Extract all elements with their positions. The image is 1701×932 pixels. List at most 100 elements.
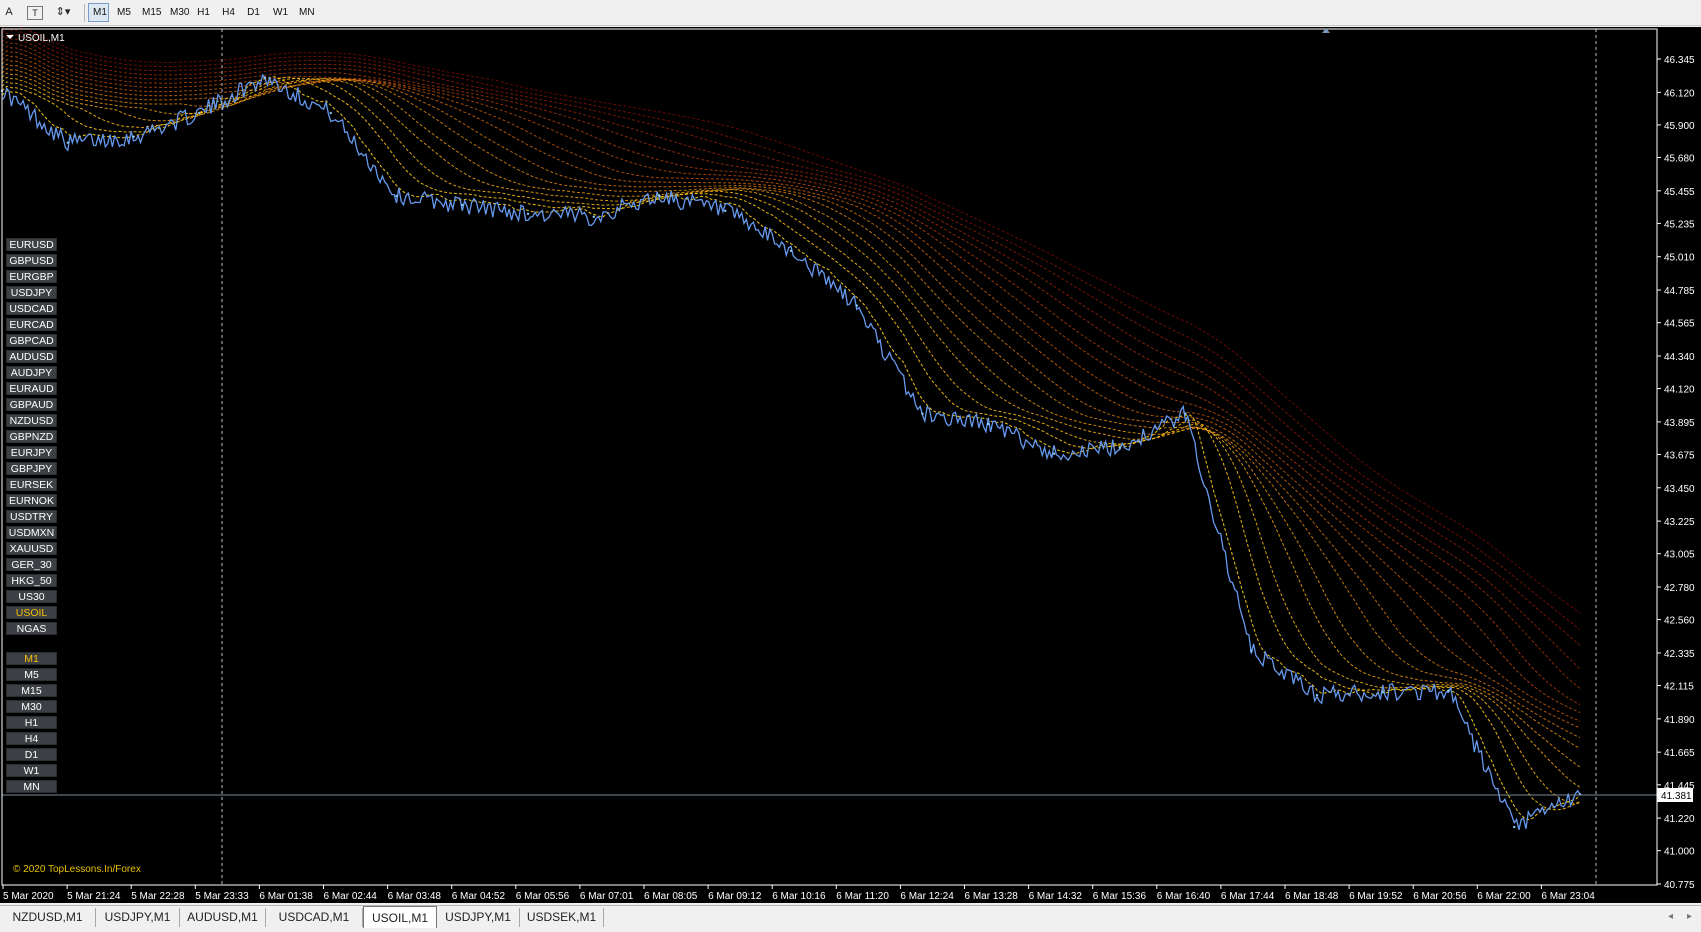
toolbar-timeframe-d1[interactable]: D1: [243, 3, 264, 22]
y-tick-label: 41.890: [1664, 715, 1695, 726]
timeframe-button-m30[interactable]: M30: [6, 700, 57, 713]
symbol-button-gbpcad[interactable]: GBPCAD: [6, 334, 57, 347]
timeframe-button-d1[interactable]: D1: [6, 748, 57, 761]
price-point: [592, 215, 595, 218]
timeframe-button-m15[interactable]: M15: [6, 684, 57, 697]
x-tick-label: 6 Mar 09:12: [708, 891, 762, 902]
symbol-button-eurnok[interactable]: EURNOK: [6, 494, 57, 507]
y-tick-label: 43.895: [1664, 418, 1695, 429]
chart-tab[interactable]: USDSEK,M1: [520, 908, 604, 927]
ribbon-line: [1, 76, 1581, 788]
symbol-button-us30[interactable]: US30: [6, 590, 57, 603]
y-tick-label: 45.010: [1664, 253, 1695, 264]
symbol-button-nzdusd[interactable]: NZDUSD: [6, 414, 57, 427]
toolbar-timeframe-mn[interactable]: MN: [295, 3, 317, 22]
x-tick-label: 6 Mar 20:56: [1413, 891, 1467, 902]
timeframe-button-m1[interactable]: M1: [6, 652, 57, 665]
scroll-left-icon[interactable]: ◂: [1668, 911, 1673, 922]
price-axis: 46.345 46.120 45.900 45.680 45.455 45.235 45.0…: [1657, 55, 1695, 891]
chart-tab[interactable]: AUDUSD,M1: [180, 908, 266, 927]
x-tick-label: 6 Mar 07:01: [580, 891, 634, 902]
x-tick-label: 5 Mar 22:28: [131, 891, 185, 902]
timeframe-button-mn[interactable]: MN: [6, 780, 57, 793]
toolbar-timeframe-m30[interactable]: M30: [166, 3, 189, 22]
chart-area[interactable]: 46.345 46.120 45.900 45.680 45.455 45.235 45.0…: [0, 27, 1701, 903]
x-tick-label: 6 Mar 10:16: [772, 891, 826, 902]
symbol-button-gbpusd[interactable]: GBPUSD: [6, 254, 57, 267]
chart-toolbar: A T ⇕▾ M1 M5 M15 M30 H1 H4 D1 W1 MN: [0, 0, 1701, 26]
symbol-button-usdmxn[interactable]: USDMXN: [6, 526, 57, 539]
ribbon-line: [1, 50, 1581, 713]
y-tick-label: 43.450: [1664, 484, 1695, 495]
y-tick-label: 43.005: [1664, 550, 1695, 561]
text-label-tool-button[interactable]: T: [27, 6, 43, 20]
symbol-button-usdjpy[interactable]: USDJPY: [6, 286, 57, 299]
x-tick-label: 6 Mar 12:24: [900, 891, 954, 902]
chart-tab[interactable]: USDJPY,M1: [437, 908, 520, 927]
x-tick-label: 6 Mar 03:48: [388, 891, 442, 902]
chart-tab[interactable]: USDCAD,M1: [266, 908, 363, 927]
y-tick-label: 46.120: [1664, 88, 1695, 99]
x-tick-label: 6 Mar 08:05: [644, 891, 698, 902]
toolbar-timeframe-h1[interactable]: H1: [193, 3, 214, 22]
y-tick-label: 44.340: [1664, 352, 1695, 363]
symbol-button-audjpy[interactable]: AUDJPY: [6, 366, 57, 379]
x-tick-label: 5 Mar 2020: [3, 891, 54, 902]
chart-menu-arrow-icon[interactable]: [6, 35, 14, 39]
x-tick-label: 5 Mar 23:33: [195, 891, 249, 902]
symbol-button-eurusd[interactable]: EURUSD: [6, 238, 57, 251]
timeframe-button-h1[interactable]: H1: [6, 716, 57, 729]
symbol-button-eurjpy[interactable]: EURJPY: [6, 446, 57, 459]
symbol-button-eurcad[interactable]: EURCAD: [6, 318, 57, 331]
symbol-button-audusd[interactable]: AUDUSD: [6, 350, 57, 363]
timeframe-button-m5[interactable]: M5: [6, 668, 57, 681]
price-point: [855, 304, 858, 307]
x-tick-label: 5 Mar 21:24: [67, 891, 121, 902]
symbol-button-eursek[interactable]: EURSEK: [6, 478, 57, 491]
toolbar-timeframe-m1[interactable]: M1: [88, 3, 109, 22]
toolbar-timeframe-h4[interactable]: H4: [218, 3, 239, 22]
timeframe-button-w1[interactable]: W1: [6, 764, 57, 777]
price-point: [921, 412, 924, 415]
x-tick-label: 6 Mar 14:32: [1029, 891, 1083, 902]
y-tick-label: 42.115: [1664, 682, 1694, 693]
symbol-button-gbpnzd[interactable]: GBPNZD: [6, 430, 57, 443]
symbol-button-hkg_50[interactable]: HKG_50: [6, 574, 57, 587]
symbol-button-usdcad[interactable]: USDCAD: [6, 302, 57, 315]
x-tick-label: 6 Mar 17:44: [1221, 891, 1275, 902]
price-line: [1, 73, 1581, 831]
symbol-button-usoil[interactable]: USOIL: [6, 606, 57, 619]
x-tick-label: 6 Mar 13:28: [965, 891, 1019, 902]
symbol-button-euraud[interactable]: EURAUD: [6, 382, 57, 395]
symbol-button-gbpaud[interactable]: GBPAUD: [6, 398, 57, 411]
chart-tab[interactable]: NZDUSD,M1: [0, 908, 96, 927]
text-tool-button[interactable]: A: [2, 3, 16, 22]
symbol-button-usdtry[interactable]: USDTRY: [6, 510, 57, 523]
symbol-button-ngas[interactable]: NGAS: [6, 622, 57, 635]
price-point: [1118, 446, 1121, 450]
price-point: [461, 203, 464, 207]
toolbar-timeframe-w1[interactable]: W1: [269, 3, 291, 22]
chart-tab[interactable]: USDJPY,M1: [96, 908, 180, 927]
toolbar-timeframe-m15[interactable]: M15: [138, 3, 162, 22]
price-point: [66, 141, 69, 144]
price-point: [987, 422, 990, 426]
x-tick-label: 6 Mar 04:52: [452, 891, 506, 902]
symbol-button-xauusd[interactable]: XAUUSD: [6, 542, 57, 555]
y-tick-label: 44.565: [1664, 319, 1695, 330]
chart-tab[interactable]: USOIL,M1: [363, 906, 437, 928]
symbol-button-eurgbp[interactable]: EURGBP: [6, 270, 57, 283]
y-tick-label: 43.675: [1664, 450, 1695, 461]
current-price-label: 41.381: [1661, 791, 1692, 802]
ribbon-line: [1, 59, 1581, 729]
price-chart[interactable]: 46.345 46.120 45.900 45.680 45.455 45.235 45.0…: [0, 27, 1701, 903]
toolbar-timeframe-m5[interactable]: M5: [113, 3, 134, 22]
symbol-button-ger_30[interactable]: GER_30: [6, 558, 57, 571]
scroll-right-icon[interactable]: ▸: [1687, 911, 1692, 922]
arrows-tool-button[interactable]: ⇕▾: [50, 3, 76, 22]
symbol-button-gbpjpy[interactable]: GBPJPY: [6, 462, 57, 475]
price-point: [1315, 693, 1319, 697]
price-point: [658, 194, 661, 198]
chart-title: USOIL,M1: [18, 33, 65, 44]
timeframe-button-h4[interactable]: H4: [6, 732, 57, 745]
